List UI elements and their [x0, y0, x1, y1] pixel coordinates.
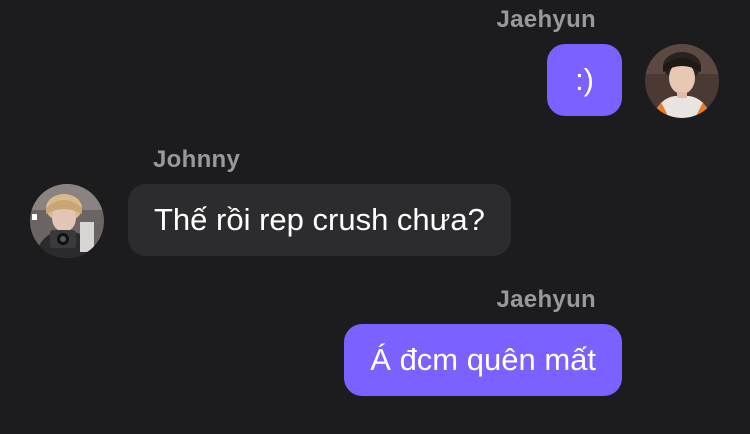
- jaehyun-avatar-icon: [645, 44, 719, 118]
- sender-name-jaehyun: Jaehyun: [496, 286, 596, 313]
- message-bubble-outgoing[interactable]: :): [547, 44, 622, 116]
- message-text: Thế rồi rep crush chưa?: [154, 202, 485, 237]
- message-bubble-incoming[interactable]: Thế rồi rep crush chưa?: [128, 184, 511, 256]
- avatar-jaehyun[interactable]: [645, 44, 719, 118]
- message-text: Á đcm quên mất: [370, 342, 596, 377]
- johnny-avatar-icon: [30, 184, 104, 258]
- sender-name-jaehyun: Jaehyun: [496, 6, 596, 33]
- chat-thread: Jaehyun :) Johnny Thế rồi rep crush chưa…: [0, 0, 750, 434]
- message-bubble-outgoing[interactable]: Á đcm quên mất: [344, 324, 622, 396]
- message-text: :): [575, 62, 594, 97]
- avatar-johnny[interactable]: [30, 184, 104, 258]
- sender-name-johnny: Johnny: [153, 146, 241, 173]
